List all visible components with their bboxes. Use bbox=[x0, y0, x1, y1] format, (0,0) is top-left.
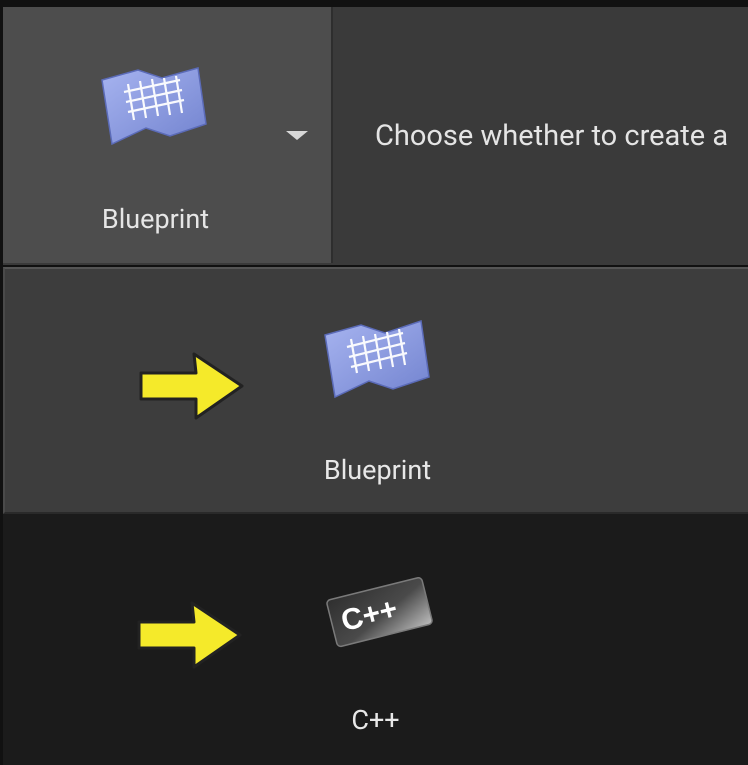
blueprint-icon bbox=[321, 317, 431, 416]
project-type-dropdown[interactable]: Blueprint bbox=[3, 7, 333, 263]
cpp-icon: C++ bbox=[323, 574, 438, 658]
arrow-right-icon bbox=[136, 600, 244, 674]
option-label-blueprint: Blueprint bbox=[323, 454, 432, 486]
arrow-right-icon bbox=[138, 351, 246, 425]
blueprint-icon bbox=[98, 62, 208, 162]
option-label-cpp: C++ bbox=[351, 704, 400, 736]
new-project-panel: Blueprint Choose whether to create a Blu… bbox=[0, 0, 748, 765]
chevron-down-icon[interactable] bbox=[286, 131, 308, 140]
project-type-label: Blueprint bbox=[101, 203, 210, 235]
option-blueprint[interactable]: Blueprint bbox=[3, 267, 748, 514]
project-type-header: Blueprint Choose whether to create a bbox=[3, 7, 748, 265]
option-cpp[interactable]: C++ C++ bbox=[3, 514, 748, 765]
description-text: Choose whether to create a bbox=[375, 119, 729, 153]
